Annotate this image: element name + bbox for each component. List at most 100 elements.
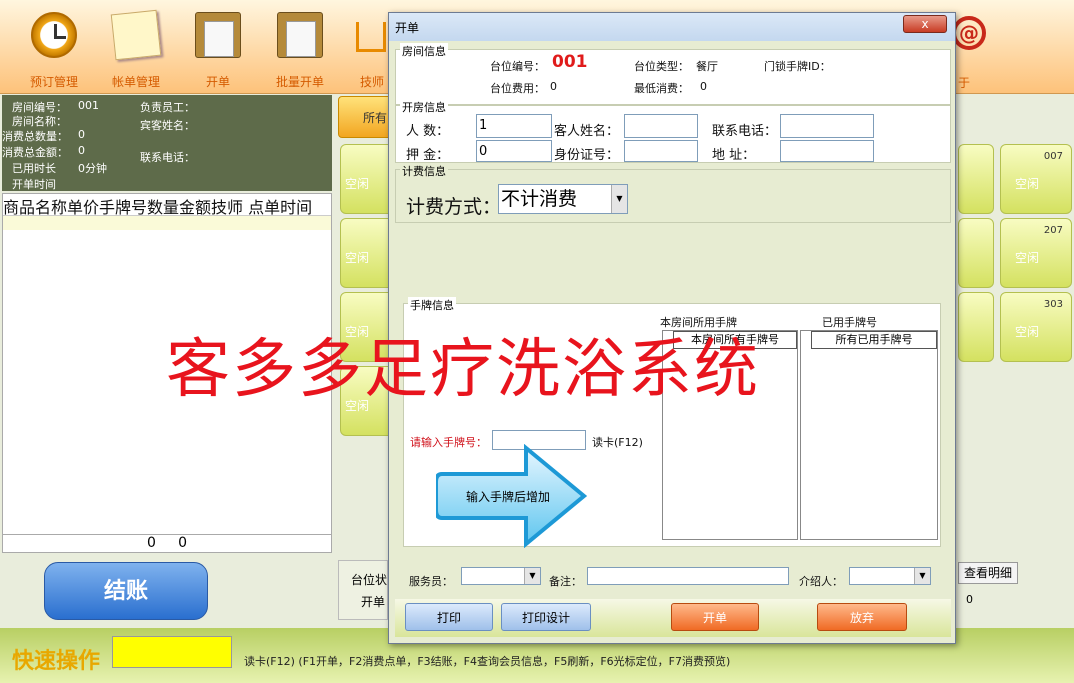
room-tile-status: 空闲 — [1015, 177, 1040, 191]
people-label: 人 数： — [406, 124, 450, 139]
min-label: 最低消费： — [634, 82, 689, 95]
clipboard-icon — [195, 12, 241, 58]
bottom-zero: 0 — [966, 593, 973, 606]
room-tile-status: 空闲 — [345, 251, 370, 265]
status-box: 台位状 开单 — [338, 560, 388, 620]
open-info-title: 开房信息 — [400, 99, 448, 115]
referrer-select[interactable]: ▼ — [849, 567, 931, 585]
consume-amount-label: 消费总金额： — [2, 146, 68, 159]
room-tile-status: 空闲 — [1015, 251, 1040, 265]
id-input[interactable] — [624, 140, 698, 162]
clipboard-icon — [277, 12, 323, 58]
lock-label: 门锁手牌ID： — [764, 60, 831, 73]
open-bill-button[interactable]: 开单 — [671, 603, 759, 631]
room-summary-panel: 房间编号： 001 房间名称： 消费总数量： 0 消费总金额： 0 已用时长 0… — [2, 95, 332, 191]
toolbar-batch-open[interactable]: 批量开单 — [260, 8, 340, 94]
billing-method-label: 计费方式： — [406, 196, 502, 218]
used-time-value: 0分钟 — [78, 162, 107, 175]
view-detail-button[interactable]: 查看明细 — [958, 562, 1018, 584]
billing-method-select[interactable]: 不计消费 ▼ — [498, 184, 628, 214]
toolbar-technician[interactable]: 技师 — [334, 8, 388, 94]
chevron-down-icon[interactable]: ▼ — [914, 568, 930, 584]
room-tile[interactable]: 007 空闲 — [1000, 144, 1072, 214]
read-card-label[interactable]: 读卡(F12) — [592, 434, 643, 450]
note-label: 备注： — [549, 575, 582, 588]
quick-input[interactable] — [112, 636, 232, 668]
close-button[interactable]: x — [903, 15, 947, 33]
referrer-label: 介绍人： — [799, 575, 843, 588]
table-row[interactable] — [3, 216, 331, 230]
phone-input[interactable] — [780, 114, 874, 138]
room-info-title: 房间信息 — [400, 43, 448, 59]
room-tile[interactable]: 207 空闲 — [1000, 218, 1072, 288]
people-input[interactable]: 1 — [476, 114, 552, 138]
footer-amount: 0 — [178, 535, 188, 551]
room-info-group: 房间信息 台位编号： 001 台位类型： 餐厅 门锁手牌ID： 台位费用： 0 … — [395, 43, 951, 105]
footer-qty: 0 — [146, 535, 156, 551]
open-time-label: 开单时间 — [12, 178, 56, 191]
guest-name-label: 客人姓名： — [554, 124, 620, 139]
consume-count-value: 0 — [78, 128, 85, 141]
cart-icon — [356, 22, 386, 52]
grid-footer: 0 0 — [3, 534, 331, 552]
guest-label: 宾客姓名： — [140, 119, 195, 132]
toolbar-technician-label: 技师 — [360, 75, 385, 89]
print-design-button[interactable]: 打印设计 — [501, 603, 591, 631]
room-tile[interactable] — [958, 144, 994, 214]
status-label: 台位状 — [351, 573, 388, 587]
dialog-title: 开单 — [395, 21, 420, 35]
watermark-text: 客多多足疗洗浴系统 — [166, 333, 760, 407]
status-open-label: 开单 — [361, 595, 386, 609]
room-tile[interactable] — [958, 292, 994, 362]
room-tile-num: 007 — [1043, 151, 1063, 162]
waiter-label: 服务员： — [409, 575, 453, 588]
min-value: 0 — [700, 80, 707, 93]
room-tile[interactable]: 303 空闲 — [1000, 292, 1072, 362]
room-tile-num: 303 — [1043, 299, 1063, 310]
cancel-button[interactable]: 放弃 — [817, 603, 907, 631]
deposit-input[interactable]: 0 — [476, 140, 552, 162]
toolbar-reservation-label: 预订管理 — [29, 75, 78, 89]
toolbar-open[interactable]: 开单 — [178, 8, 258, 94]
fee-value: 0 — [550, 80, 557, 93]
toolbar-bills[interactable]: 帐单管理 — [96, 8, 176, 94]
table-no-label: 台位编号： — [490, 60, 545, 73]
deposit-label: 押 金： — [406, 148, 450, 163]
toolbar-right-fragment: 于 — [958, 76, 971, 90]
add-tag-arrow-button[interactable]: 输入手牌后增加 — [434, 443, 588, 549]
billing-method-value: 不计消费 — [501, 188, 578, 210]
tag-info-title: 手牌信息 — [408, 297, 456, 313]
address-label: 地 址： — [712, 148, 756, 163]
room-tile[interactable] — [958, 218, 994, 288]
dialog-titlebar[interactable]: 开单 x — [389, 13, 955, 41]
consume-count-label: 消费总数量： — [2, 130, 68, 143]
address-input[interactable] — [780, 140, 874, 162]
print-button[interactable]: 打印 — [405, 603, 493, 631]
toolbar-bills-label: 帐单管理 — [111, 75, 160, 89]
staff-label: 负责员工： — [140, 101, 195, 114]
toolbar-open-label: 开单 — [205, 75, 230, 89]
note-icon — [110, 9, 162, 61]
guest-name-input[interactable] — [624, 114, 698, 138]
clock-icon — [31, 12, 77, 58]
add-tag-arrow-label: 输入手牌后增加 — [466, 490, 551, 504]
billing-group: 计费信息 计费方式： 不计消费 ▼ — [395, 163, 951, 223]
table-no-value: 001 — [552, 52, 588, 72]
checkout-button[interactable]: 结账 — [44, 562, 208, 620]
at-icon[interactable]: @ — [952, 16, 986, 50]
id-label: 身份证号： — [554, 148, 620, 163]
table-type-value: 餐厅 — [696, 60, 718, 73]
waiter-select[interactable]: ▼ — [461, 567, 541, 585]
table-type-label: 台位类型： — [634, 60, 689, 73]
fee-label: 台位费用： — [490, 82, 545, 95]
quick-label: 快速操作 — [12, 649, 101, 674]
phone-label: 联系电话： — [712, 124, 778, 139]
chevron-down-icon[interactable]: ▼ — [611, 185, 627, 213]
used-tags-list[interactable]: 所有已用手牌号 — [800, 330, 938, 540]
toolbar-reservation[interactable]: 预订管理 — [14, 8, 94, 94]
used-time-label: 已用时长 — [12, 162, 56, 175]
used-tags-label: 已用手牌号 — [822, 316, 877, 329]
room-tile-num: 207 — [1043, 225, 1063, 236]
note-input[interactable] — [587, 567, 789, 585]
chevron-down-icon[interactable]: ▼ — [524, 568, 540, 584]
